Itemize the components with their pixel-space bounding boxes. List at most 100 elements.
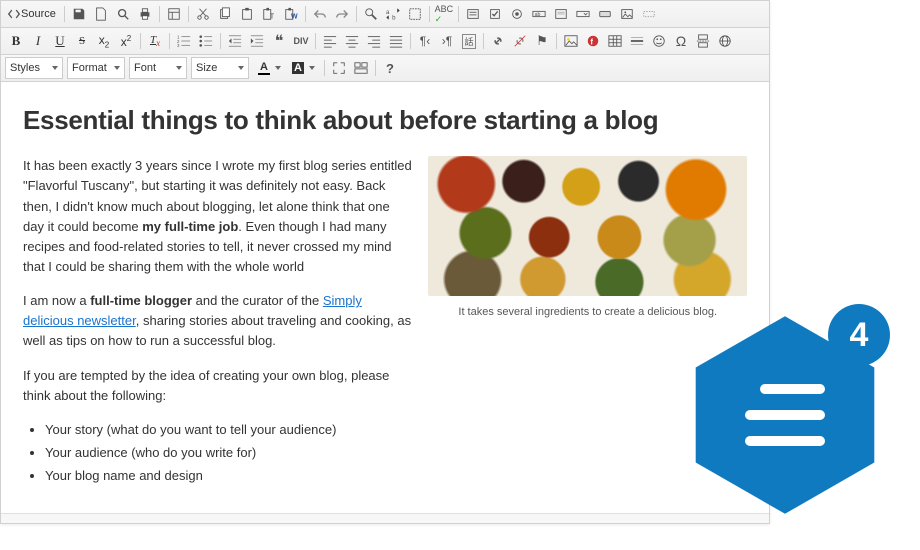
select-button[interactable] <box>572 3 594 25</box>
paste-text-icon: T <box>262 7 276 21</box>
table-button[interactable] <box>604 30 626 52</box>
copy-icon <box>218 7 232 21</box>
svg-text:f: f <box>590 38 593 47</box>
numbered-list-icon: 123 <box>177 34 191 48</box>
separator <box>220 33 221 49</box>
button-icon <box>598 7 612 21</box>
copy-button[interactable] <box>214 3 236 25</box>
spellcheck-button[interactable]: ABC✓ <box>433 3 455 25</box>
new-page-button[interactable] <box>90 3 112 25</box>
textarea-button[interactable] <box>550 3 572 25</box>
special-char-button[interactable]: Ω <box>670 30 692 52</box>
styles-dropdown[interactable]: Styles <box>5 57 63 79</box>
justify-button[interactable] <box>385 30 407 52</box>
page-break-button[interactable] <box>692 30 714 52</box>
bg-color-button[interactable]: A <box>287 57 309 79</box>
svg-text:ab: ab <box>534 12 540 18</box>
paste-word-button[interactable]: W <box>280 3 302 25</box>
chevron-down-icon <box>114 66 120 70</box>
text-color-button[interactable]: A <box>253 57 275 79</box>
form-button[interactable] <box>462 3 484 25</box>
logo-badge: 4 <box>690 310 880 520</box>
print-button[interactable] <box>134 3 156 25</box>
hr-icon <box>630 34 644 48</box>
paste-button[interactable] <box>236 3 258 25</box>
iframe-button[interactable] <box>714 30 736 52</box>
separator <box>375 60 376 76</box>
chevron-down-icon[interactable] <box>309 66 315 70</box>
image-button-field[interactable] <box>616 3 638 25</box>
bold-icon: B <box>12 33 21 49</box>
select-icon <box>576 7 590 21</box>
spices-image[interactable] <box>428 156 747 296</box>
source-icon <box>7 7 21 21</box>
paragraph-1: It has been exactly 3 years since I wrot… <box>23 156 412 277</box>
flash-button[interactable]: f <box>582 30 604 52</box>
blockquote-icon: ❝ <box>275 31 284 51</box>
remove-format-icon: Tx <box>150 34 160 48</box>
paste-text-button[interactable]: T <box>258 3 280 25</box>
checkbox-button[interactable] <box>484 3 506 25</box>
align-right-button[interactable] <box>363 30 385 52</box>
underline-button[interactable]: U <box>49 30 71 52</box>
show-blocks-button[interactable] <box>350 57 372 79</box>
smiley-button[interactable] <box>648 30 670 52</box>
chevron-down-icon[interactable] <box>275 66 281 70</box>
hr-button[interactable] <box>626 30 648 52</box>
align-left-button[interactable] <box>319 30 341 52</box>
button-field-button[interactable] <box>594 3 616 25</box>
hidden-field-button[interactable] <box>638 3 660 25</box>
paragraph-2: I am now a full-time blogger and the cur… <box>23 291 412 351</box>
rtl-button[interactable]: ›¶ <box>436 30 458 52</box>
textfield-button[interactable]: ab <box>528 3 550 25</box>
text-color-icon: A <box>260 61 268 73</box>
page-break-icon <box>696 34 710 48</box>
bold-button[interactable]: B <box>5 30 27 52</box>
templates-button[interactable] <box>163 3 185 25</box>
blockquote-button[interactable]: ❝ <box>268 30 290 52</box>
ltr-button[interactable]: ¶‹ <box>414 30 436 52</box>
bulleted-list-button[interactable] <box>195 30 217 52</box>
div-icon: DIV <box>293 36 308 46</box>
preview-button[interactable] <box>112 3 134 25</box>
dropdown-label: Size <box>196 62 217 74</box>
save-button[interactable] <box>68 3 90 25</box>
image-button[interactable] <box>560 30 582 52</box>
remove-format-button[interactable]: Tx <box>144 30 166 52</box>
indent-button[interactable] <box>246 30 268 52</box>
content-editable-area[interactable]: Essential things to think about before s… <box>1 82 769 513</box>
div-button[interactable]: DIV <box>290 30 312 52</box>
radio-button[interactable] <box>506 3 528 25</box>
source-button[interactable]: Source <box>5 3 61 25</box>
print-icon <box>138 7 152 21</box>
size-dropdown[interactable]: Size <box>191 57 249 79</box>
language-button[interactable]: 話 <box>458 30 480 52</box>
bg-color-icon: A <box>292 62 304 74</box>
paste-icon <box>240 7 254 21</box>
align-center-button[interactable] <box>341 30 363 52</box>
about-button[interactable]: ? <box>379 57 401 79</box>
link-button[interactable] <box>487 30 509 52</box>
numbered-list-button[interactable]: 123 <box>173 30 195 52</box>
maximize-button[interactable] <box>328 57 350 79</box>
superscript-button[interactable]: x2 <box>115 30 137 52</box>
rtl-icon: ›¶ <box>442 34 452 48</box>
align-left-icon <box>323 34 337 48</box>
format-dropdown[interactable]: Format <box>67 57 125 79</box>
separator <box>429 6 430 22</box>
find-button[interactable] <box>360 3 382 25</box>
content-columns: It has been exactly 3 years since I wrot… <box>23 156 747 489</box>
anchor-button[interactable]: ⚑ <box>531 30 553 52</box>
outdent-button[interactable] <box>224 30 246 52</box>
replace-button[interactable]: ab <box>382 3 404 25</box>
font-dropdown[interactable]: Font <box>129 57 187 79</box>
unlink-button[interactable] <box>509 30 531 52</box>
redo-button[interactable] <box>331 3 353 25</box>
strike-button[interactable]: S <box>71 30 93 52</box>
cut-button[interactable] <box>192 3 214 25</box>
templates-icon <box>167 7 181 21</box>
italic-button[interactable]: I <box>27 30 49 52</box>
select-all-button[interactable] <box>404 3 426 25</box>
undo-button[interactable] <box>309 3 331 25</box>
subscript-button[interactable]: x2 <box>93 30 115 52</box>
